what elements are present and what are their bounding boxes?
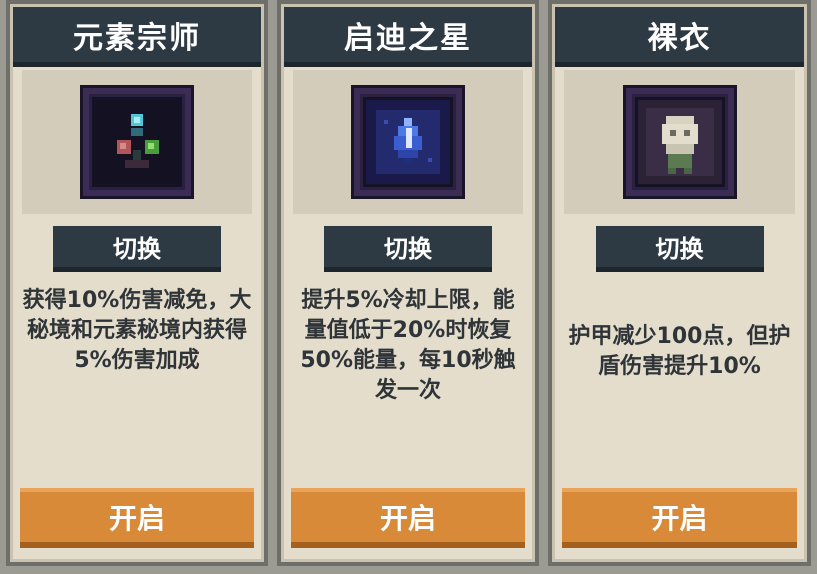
open-button[interactable]: 开启: [291, 488, 525, 548]
card-title: 启迪之星: [284, 7, 532, 67]
elemental-orbs-icon: [83, 88, 191, 196]
talent-card-elemental-master: 元素宗师 切换 获得10%伤害减免，大秘境和元素秘境内获得5%伤害加成 开启: [6, 0, 268, 566]
card-title: 元素宗师: [13, 7, 261, 67]
talent-card-bare: 裸衣 切换 护甲减少100点，但护盾伤害提升10% 开启: [548, 0, 811, 566]
card-title: 裸衣: [555, 7, 804, 67]
talent-description: 护甲减少100点，但护盾伤害提升10%: [568, 324, 791, 379]
talent-description: 提升5%冷却上限，能量值低于20%时恢复50%能量，每10秒触发一次: [300, 288, 516, 403]
open-button[interactable]: 开启: [562, 488, 797, 548]
switch-button[interactable]: 切换: [595, 226, 764, 272]
icon-panel: [564, 70, 795, 214]
talent-cards: 元素宗师 切换 获得10%伤害减免，大秘境和元素秘境内获得5%伤害加成 开启 启…: [0, 0, 817, 574]
switch-button[interactable]: 切换: [324, 226, 492, 272]
talent-description: 获得10%伤害减免，大秘境和元素秘境内获得5%伤害加成: [22, 288, 252, 373]
blue-crystal-icon: [354, 88, 462, 196]
bare-character-icon: [625, 88, 734, 196]
open-button[interactable]: 开启: [20, 488, 254, 548]
icon-panel: [22, 70, 252, 214]
icon-panel: [293, 70, 523, 214]
talent-card-star-of-enlightenment: 启迪之星 切换 提升5%冷却上限，能量值低于20%时恢复50%能量，每10秒触发: [277, 0, 539, 566]
switch-button[interactable]: 切换: [53, 226, 221, 272]
